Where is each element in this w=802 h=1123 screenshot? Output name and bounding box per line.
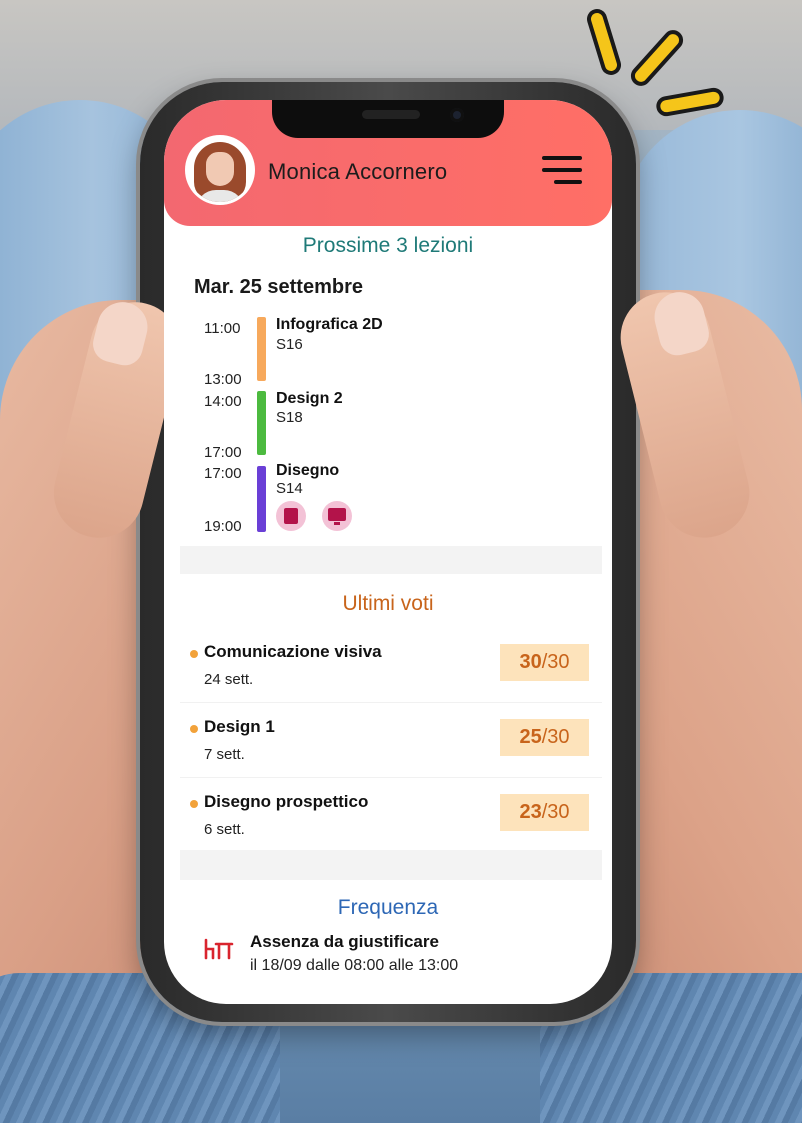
lesson-room: S18 <box>276 409 303 426</box>
lesson-room: S14 <box>276 480 303 497</box>
photo-background: Monica Accornero Prossime 3 lezioni Mar.… <box>0 0 802 1123</box>
presentation-screen-icon[interactable] <box>322 501 352 531</box>
grade-max: /30 <box>541 726 570 748</box>
lesson-title: Disegno <box>276 462 340 479</box>
grade-value: 30 <box>519 651 542 673</box>
grade-row[interactable]: Design 1 7 sett. 25/30 <box>180 705 602 778</box>
phone-screen: Monica Accornero Prossime 3 lezioni Mar.… <box>164 100 612 1004</box>
bullet-dot <box>190 725 198 733</box>
grade-subject: Disegno prospettico <box>204 792 369 811</box>
grade-subject: Comunicazione visiva <box>204 642 382 661</box>
grade-value: 23 <box>519 801 542 823</box>
lesson-start-time: 14:00 <box>204 393 242 410</box>
lesson-end-time: 19:00 <box>204 518 242 535</box>
book-shape <box>284 508 298 524</box>
screen-stand <box>334 522 340 525</box>
grade-date: 7 sett. <box>204 746 245 763</box>
front-camera <box>450 108 464 122</box>
lessons-section-title: Prossime 3 lezioni <box>302 234 474 257</box>
avatar[interactable] <box>188 138 252 202</box>
screen-shape <box>328 508 346 521</box>
lesson-end-time: 13:00 <box>204 371 242 388</box>
absence-detail: il 18/09 dalle 08:00 alle 13:00 <box>250 957 459 974</box>
lesson-room: S16 <box>276 336 303 353</box>
lesson-title: Design 2 <box>276 390 343 407</box>
grade-badge: 30/30 <box>500 644 589 681</box>
book-icon[interactable] <box>276 501 306 531</box>
grade-date: 6 sett. <box>204 821 245 838</box>
lessons-date: Mar. 25 settembre <box>194 276 363 298</box>
grade-max: /30 <box>541 801 570 823</box>
lesson-start-time: 11:00 <box>204 320 241 337</box>
lesson-end-time: 17:00 <box>204 444 242 461</box>
grade-badge: 25/30 <box>500 719 589 756</box>
grades-section-title: Ultimi voti <box>342 592 434 615</box>
menu-line <box>542 156 582 160</box>
lesson-start-time: 17:00 <box>204 465 242 482</box>
menu-line <box>554 180 582 184</box>
bullet-dot <box>190 650 198 658</box>
bullet-dot <box>190 800 198 808</box>
attendance-section-title: Frequenza <box>337 896 439 919</box>
grade-max: /30 <box>541 651 570 673</box>
grade-date: 24 sett. <box>204 671 254 688</box>
desk-chair-icon <box>204 938 234 960</box>
grade-row[interactable]: Disegno prospettico 6 sett. 23/30 <box>180 780 602 852</box>
grade-value: 25 <box>519 726 542 748</box>
speaker-grille <box>362 110 420 119</box>
phone-notch <box>272 100 504 138</box>
hamburger-menu-icon[interactable] <box>536 156 582 186</box>
lesson-color-bar <box>257 391 266 455</box>
section-divider <box>180 850 602 880</box>
grade-badge: 23/30 <box>500 794 589 831</box>
absence-title[interactable]: Assenza da giustificare <box>250 932 439 952</box>
menu-line <box>542 168 582 172</box>
lesson-color-bar <box>257 466 266 532</box>
grade-subject: Design 1 <box>204 717 275 736</box>
avatar-face <box>206 152 234 186</box>
grade-row[interactable]: Comunicazione visiva 24 sett. 30/30 <box>180 630 602 703</box>
lesson-title: Infografica 2D <box>276 316 383 333</box>
lesson-color-bar <box>257 317 266 381</box>
user-name: Monica Accornero <box>268 159 448 184</box>
section-divider <box>180 546 602 574</box>
